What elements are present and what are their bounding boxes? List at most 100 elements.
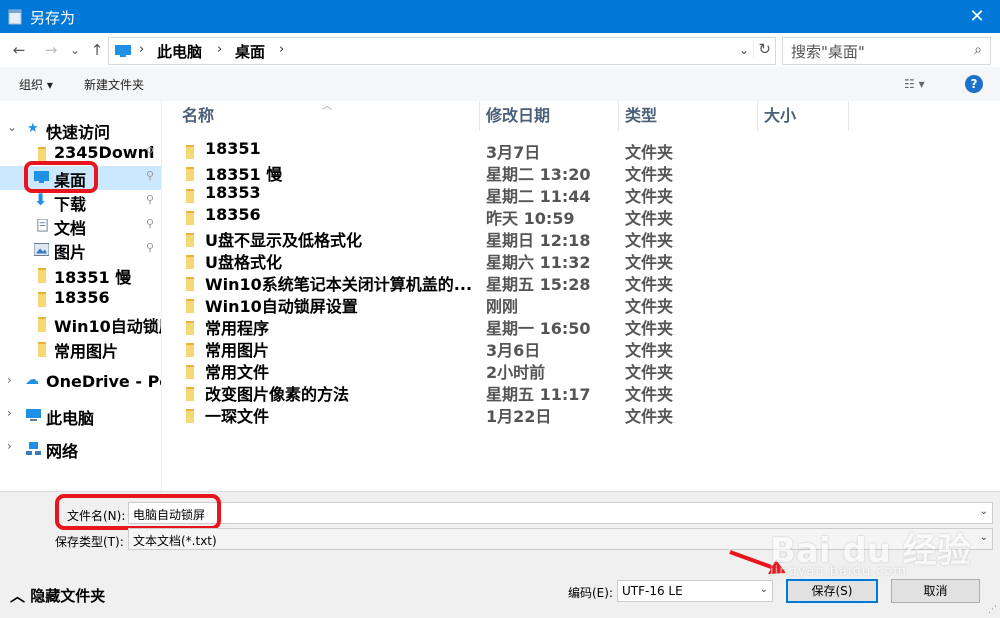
file-row[interactable]: 18351 3月7日 文件夹 (162, 139, 682, 162)
sidebar-item-18351[interactable]: 18351 慢 (0, 263, 161, 287)
folder-icon (38, 292, 46, 307)
file-type: 文件夹 (625, 209, 674, 228)
address-dropdown-icon[interactable]: ⌄ (739, 43, 749, 57)
sidebar-item-label: 网络 (46, 442, 79, 461)
column-header-name[interactable]: 名称 (176, 101, 480, 131)
sidebar-item-label: 2345Downl (54, 143, 155, 162)
sidebar-item-label: 图片 (54, 243, 87, 262)
chevron-right-icon[interactable]: › (7, 439, 12, 453)
view-options-icon[interactable]: ☷ ▾ (904, 77, 925, 91)
file-type: 文件夹 (625, 231, 674, 250)
folder-icon (186, 211, 194, 225)
close-button[interactable]: ✕ (954, 0, 1000, 33)
folder-icon (38, 317, 46, 332)
file-row[interactable]: 常用程序 星期一 16:50 文件夹 (162, 315, 682, 338)
hide-folders-toggle[interactable]: ︿ 隐藏文件夹 (10, 585, 105, 606)
file-row[interactable]: 18356 昨天 10:59 文件夹 (162, 205, 682, 228)
up-button[interactable]: ↑ (88, 41, 106, 59)
file-row[interactable]: 18353 星期二 11:44 文件夹 (162, 183, 682, 206)
file-row[interactable]: Win10系统笔记本关闭计算机盖的... 星期五 15:28 文件夹 (162, 271, 682, 294)
chevron-up-icon: ︿ (10, 587, 31, 605)
file-list: ︿ 名称 修改日期 类型 大小 18351 3月7日 文件夹 18351 慢 星… (162, 101, 1000, 491)
window-title: 另存为 (30, 9, 76, 27)
file-row[interactable]: U盘不显示及低格式化 星期日 12:18 文件夹 (162, 227, 682, 250)
red-arrow-annotation (729, 550, 786, 574)
new-folder-button[interactable]: 新建文件夹 (84, 76, 144, 93)
sidebar-item-downloads[interactable]: ⬇ 下载 ⚲ (0, 190, 161, 214)
file-name: U盘不显示及低格式化 (205, 231, 362, 250)
address-bar[interactable]: › 此电脑 › 桌面 › ⌄ ↻ (108, 37, 776, 65)
recent-locations-button[interactable]: ⌄ (66, 41, 84, 59)
search-placeholder: 搜索"桌面" (791, 43, 865, 61)
file-name: 常用文件 (205, 363, 270, 382)
file-row[interactable]: 常用图片 3月6日 文件夹 (162, 337, 682, 360)
computer-icon (26, 409, 41, 421)
encoding-select[interactable]: UTF-16 LE ⌄ (617, 580, 773, 602)
folder-icon (186, 409, 194, 423)
breadcrumb-this-pc[interactable]: 此电脑 (157, 41, 202, 62)
back-button[interactable]: ← (10, 41, 28, 59)
organize-button[interactable]: 组织 ▾ (19, 76, 53, 93)
chevron-down-icon[interactable]: ⌄ (7, 120, 17, 134)
sidebar-item-label: 快速访问 (46, 123, 111, 142)
cancel-button[interactable]: 取消 (891, 579, 980, 603)
network-icon (26, 442, 41, 455)
folder-icon (38, 342, 46, 357)
search-input[interactable]: 搜索"桌面" ⌕ (782, 37, 991, 65)
chevron-down-icon[interactable]: ⌄ (980, 506, 988, 517)
file-row[interactable]: 一琛文件 1月22日 文件夹 (162, 403, 682, 426)
folder-icon (38, 147, 46, 162)
filetype-label: 保存类型(T): (55, 535, 124, 549)
file-date: 星期五 15:28 (486, 275, 591, 294)
file-date: 星期二 11:44 (486, 187, 591, 206)
file-name: 常用图片 (205, 341, 270, 360)
sidebar-item-label: 18351 慢 (54, 268, 132, 287)
file-row[interactable]: 常用文件 2小时前 文件夹 (162, 359, 682, 382)
save-button[interactable]: 保存(S) (786, 579, 878, 603)
column-header-modified[interactable]: 修改日期 (480, 101, 619, 131)
file-name: 一琛文件 (205, 407, 270, 426)
breadcrumb-desktop[interactable]: 桌面 (235, 41, 265, 62)
sidebar-item-win10-lock[interactable]: Win10自动锁屏 (0, 312, 161, 336)
file-row[interactable]: 18351 慢 星期二 13:20 文件夹 (162, 161, 682, 184)
file-row[interactable]: 改变图片像素的方法 星期五 11:17 文件夹 (162, 381, 682, 404)
column-header-size[interactable]: 大小 (758, 101, 849, 131)
sidebar-item-network[interactable]: › 网络 (0, 437, 161, 461)
sidebar-item-common-pictures[interactable]: 常用图片 (0, 337, 161, 361)
file-row[interactable]: U盘格式化 星期六 11:32 文件夹 (162, 249, 682, 272)
chevron-down-icon[interactable]: ⌄ (980, 532, 988, 543)
folder-icon (186, 343, 194, 357)
folder-icon (186, 365, 194, 379)
file-date: 1月22日 (486, 407, 552, 426)
chevron-right-icon[interactable]: › (7, 406, 12, 420)
filename-input[interactable]: 电脑自动锁屏 ⌄ (128, 502, 993, 524)
folder-icon (186, 167, 194, 181)
hide-folders-label: 隐藏文件夹 (30, 587, 106, 605)
sidebar-item-this-pc[interactable]: › 此电脑 (0, 404, 161, 428)
sidebar-item-pictures[interactable]: 图片 ⚲ (0, 238, 161, 262)
file-date: 3月6日 (486, 341, 541, 360)
pin-icon: ⚲ (146, 241, 155, 254)
file-type: 文件夹 (625, 143, 674, 162)
chevron-right-icon[interactable]: › (7, 373, 12, 387)
search-icon[interactable]: ⌕ (974, 42, 982, 58)
filetype-select[interactable]: 文本文档(*.txt) ⌄ (128, 528, 993, 550)
sidebar-item-18356[interactable]: 18356 (0, 287, 161, 311)
resize-grip-icon[interactable]: ⋰ (988, 605, 998, 615)
pin-icon: ⚲ (146, 169, 155, 182)
chevron-down-icon[interactable]: ⌄ (760, 584, 768, 595)
sidebar-item-quick-access[interactable]: ⌄ ★ 快速访问 (0, 118, 161, 142)
refresh-icon[interactable]: ↻ (753, 40, 771, 58)
file-date: 2小时前 (486, 363, 546, 382)
file-name: 改变图片像素的方法 (205, 385, 350, 404)
sidebar-item-onedrive[interactable]: › ☁ OneDrive - Pe (0, 371, 161, 395)
file-date: 星期五 11:17 (486, 385, 591, 404)
sidebar-item-documents[interactable]: 文档 ⚲ (0, 214, 161, 238)
forward-button[interactable]: → (42, 41, 60, 59)
desktop-highlight-annotation (24, 161, 98, 193)
help-button[interactable]: ? (965, 75, 983, 93)
sidebar-item-label: 此电脑 (46, 409, 95, 428)
folder-icon (38, 268, 46, 283)
column-header-type[interactable]: 类型 (619, 101, 758, 131)
file-row[interactable]: Win10自动锁屏设置 刚刚 文件夹 (162, 293, 682, 316)
